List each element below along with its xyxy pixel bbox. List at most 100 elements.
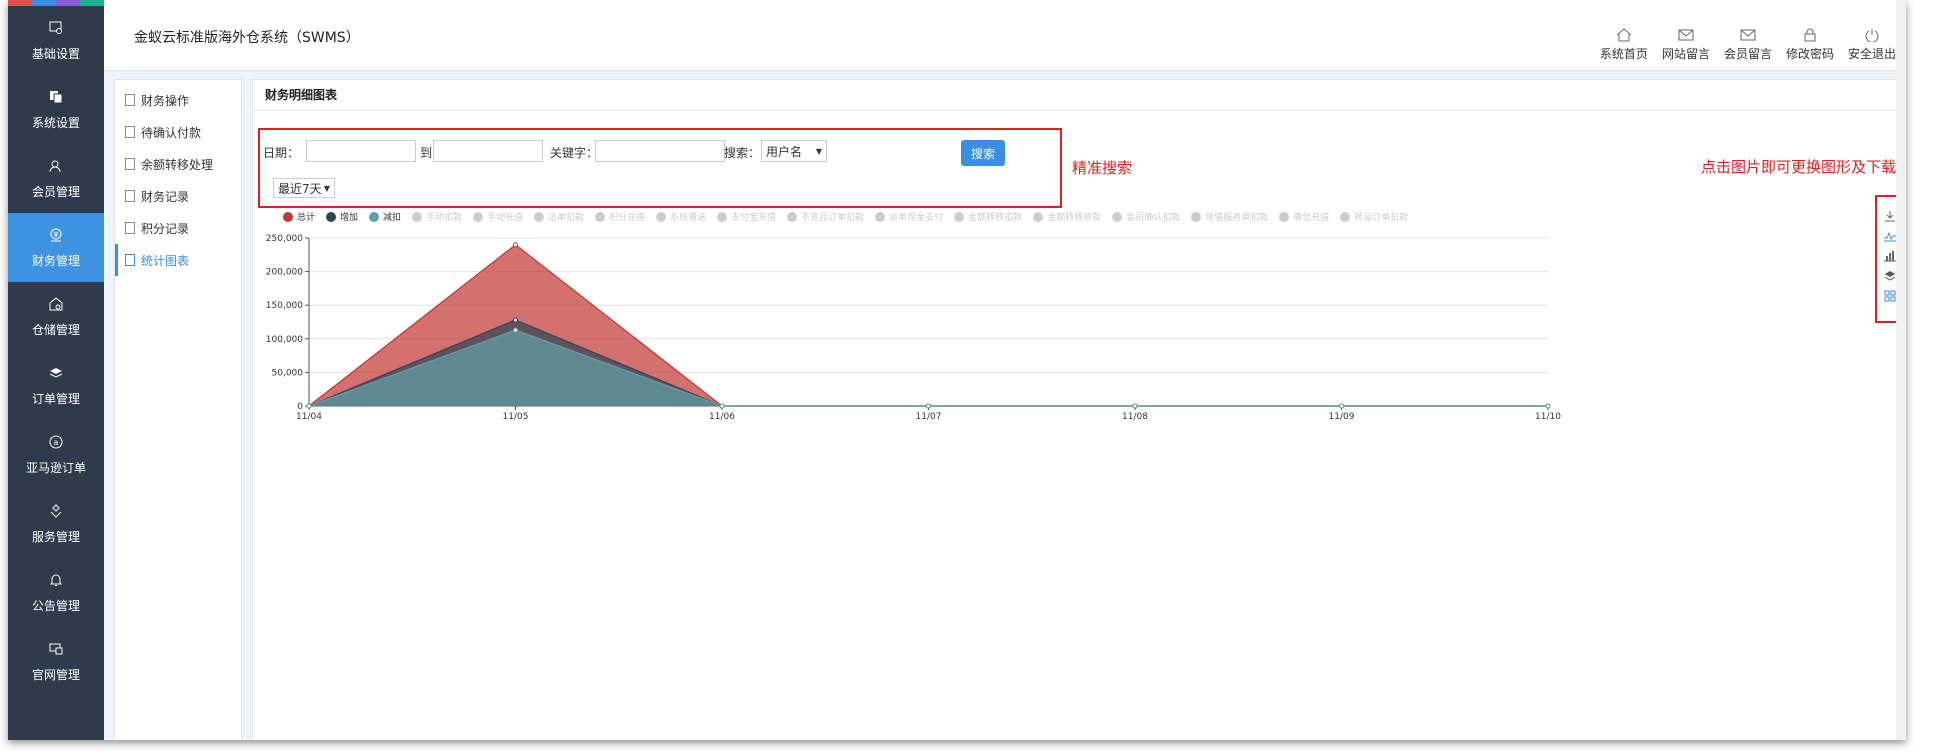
legend-item[interactable]: 减扣 — [369, 210, 401, 223]
legend-label: 总计 — [297, 213, 316, 223]
legend-label: 微信充值 — [1293, 213, 1330, 223]
download-icon[interactable] — [1883, 209, 1897, 223]
legend-label: 增加 — [340, 213, 359, 223]
legend-label: 运单现金支付 — [889, 213, 944, 223]
legend-dot — [717, 211, 728, 222]
home-link[interactable]: 系统首页 — [1600, 28, 1648, 62]
legend-label: 运单扣款 — [548, 213, 585, 223]
legend-label: 手动充值 — [487, 213, 524, 223]
legend-label: 金额转移收款 — [1047, 213, 1102, 223]
date-from-input[interactable] — [306, 140, 416, 162]
bar-chart-icon[interactable] — [1883, 249, 1897, 263]
search-by-label: 搜索： — [724, 146, 761, 160]
data-point — [1339, 403, 1344, 409]
data-point — [1132, 403, 1138, 409]
tiled-icon[interactable] — [1883, 289, 1897, 303]
nav-item-6[interactable]: a 亚马逊订单 — [8, 420, 104, 489]
legend-item[interactable]: 增值服务单扣款 — [1191, 210, 1268, 223]
series-area-2 — [309, 330, 1548, 406]
x-tick-label: 11/08 — [1122, 412, 1148, 422]
legend-item[interactable]: 会员确认扣款 — [1112, 210, 1180, 223]
y-tick-label: 200,000 — [266, 268, 303, 278]
site-message-label: 网站留言 — [1661, 47, 1710, 61]
nav-item-5[interactable]: 订单管理 — [8, 351, 104, 420]
legend-item[interactable]: 总计 — [283, 210, 315, 223]
x-tick-label: 11/07 — [916, 412, 942, 422]
legend-item[interactable]: 增加 — [326, 210, 358, 223]
panel-title: 财务明细图表 — [253, 80, 1906, 111]
data-point — [513, 317, 518, 323]
nav-item-0[interactable]: 基础设置 — [8, 6, 104, 75]
date-range-select[interactable]: 最近7天 ▼ — [273, 178, 335, 198]
legend-item[interactable]: 转运订单扣款 — [1340, 210, 1408, 223]
nav-item-label: 订单管理 — [31, 391, 80, 406]
nav-item-7[interactable]: 服务管理 — [8, 489, 104, 558]
legend-item[interactable]: 运单扣款 — [534, 210, 584, 223]
power-icon — [1865, 29, 1879, 42]
submenu-balance-transfer[interactable]: 余额转移处理 — [115, 148, 241, 180]
member-message-link[interactable]: 会员留言 — [1724, 28, 1772, 62]
data-point — [926, 403, 931, 409]
submenu-statistics-chart[interactable]: 统计图表 — [115, 244, 241, 276]
site-message-link[interactable]: 网站留言 — [1662, 28, 1710, 62]
app-title: 金蚁云标准版海外仓系统（SWMS） — [134, 30, 360, 46]
nav-item-4[interactable]: 仓储管理 — [8, 282, 104, 351]
submenu-pending-payment[interactable]: 待确认付款 — [115, 116, 241, 148]
copy-icon — [48, 89, 64, 105]
settings-box-icon — [48, 20, 64, 36]
legend-item[interactable]: 运单现金支付 — [875, 210, 943, 223]
legend-dot — [875, 211, 886, 222]
logout-link[interactable]: 安全退出 — [1848, 28, 1896, 62]
chart-panel: 财务明细图表 日期： 到 关键字： 搜索： 用户名 ▼ 搜索 最近7天 ▼ 精准… — [252, 79, 1906, 740]
line-chart-icon[interactable] — [1883, 229, 1897, 243]
nav-item-label: 亚马逊订单 — [25, 460, 86, 475]
layers-icon — [48, 365, 64, 381]
nav-item-label: 基础设置 — [31, 46, 80, 61]
submenu-finance-ops[interactable]: 财务操作 — [115, 84, 241, 116]
page-scrollbar[interactable] — [1896, 0, 1906, 740]
search-by-select[interactable]: 用户名 ▼ — [761, 140, 827, 162]
chart-legend: 总计 增加 减扣 手动扣款 手动充值 运单扣款 积分兑换 系统赠送 支付宝充值 不良品订单扣款 运单… — [283, 210, 1408, 223]
legend-item[interactable]: 支付宝充值 — [717, 210, 776, 223]
stack-icon[interactable] — [1883, 269, 1897, 283]
legend-label: 手动扣款 — [426, 213, 463, 223]
date-to-input[interactable] — [433, 140, 543, 162]
date-label: 日期： — [263, 146, 300, 160]
data-point — [719, 403, 725, 409]
area-chart: 0 50,000 100,000 150,000 200,000 250,000 11/04… — [266, 234, 1561, 422]
legend-item[interactable]: 手动扣款 — [412, 210, 462, 223]
search-button[interactable]: 搜索 — [961, 140, 1005, 166]
bell-icon — [48, 572, 64, 588]
legend-dot — [412, 211, 423, 222]
logout-label: 安全退出 — [1847, 47, 1896, 61]
nav-item-label: 公告管理 — [31, 598, 80, 613]
legend-label: 不良品订单扣款 — [801, 213, 865, 223]
y-tick-label: 50,000 — [272, 368, 304, 378]
legend-item[interactable]: 系统赠送 — [656, 210, 706, 223]
nav-item-2[interactable]: 会员管理 — [8, 144, 104, 213]
legend-item[interactable]: 微信充值 — [1279, 210, 1329, 223]
dropdown-arrow-icon: ▼ — [815, 146, 822, 156]
legend-dot — [1279, 211, 1290, 222]
legend-dot — [1033, 211, 1044, 222]
nav-item-9[interactable]: 官网管理 — [8, 627, 104, 696]
y-tick-label: 250,000 — [266, 234, 303, 244]
keyword-input[interactable] — [595, 140, 725, 162]
change-password-link[interactable]: 修改密码 — [1786, 28, 1834, 62]
warehouse-icon — [48, 296, 64, 312]
legend-dot — [1112, 211, 1123, 222]
nav-item-8[interactable]: 公告管理 — [8, 558, 104, 627]
document-icon — [125, 126, 135, 138]
main-nav: 基础设置系统设置 会员管理财务管理仓储管理订单管理 a 亚马逊订单 服务管理公告管理官网… — [8, 0, 104, 740]
submenu-points-records[interactable]: 积分记录 — [115, 212, 241, 244]
legend-item[interactable]: 金额转移收款 — [1033, 210, 1101, 223]
legend-item[interactable]: 手动充值 — [473, 210, 523, 223]
nav-item-3[interactable]: 财务管理 — [8, 213, 104, 282]
submenu-finance-records[interactable]: 财务记录 — [115, 180, 241, 212]
legend-item[interactable]: 金额转移扣款 — [954, 210, 1022, 223]
nav-item-label: 财务管理 — [31, 253, 80, 268]
legend-item[interactable]: 积分兑换 — [595, 210, 645, 223]
legend-label: 转运订单扣款 — [1354, 213, 1409, 223]
legend-item[interactable]: 不良品订单扣款 — [787, 210, 864, 223]
nav-item-1[interactable]: 系统设置 — [8, 75, 104, 144]
